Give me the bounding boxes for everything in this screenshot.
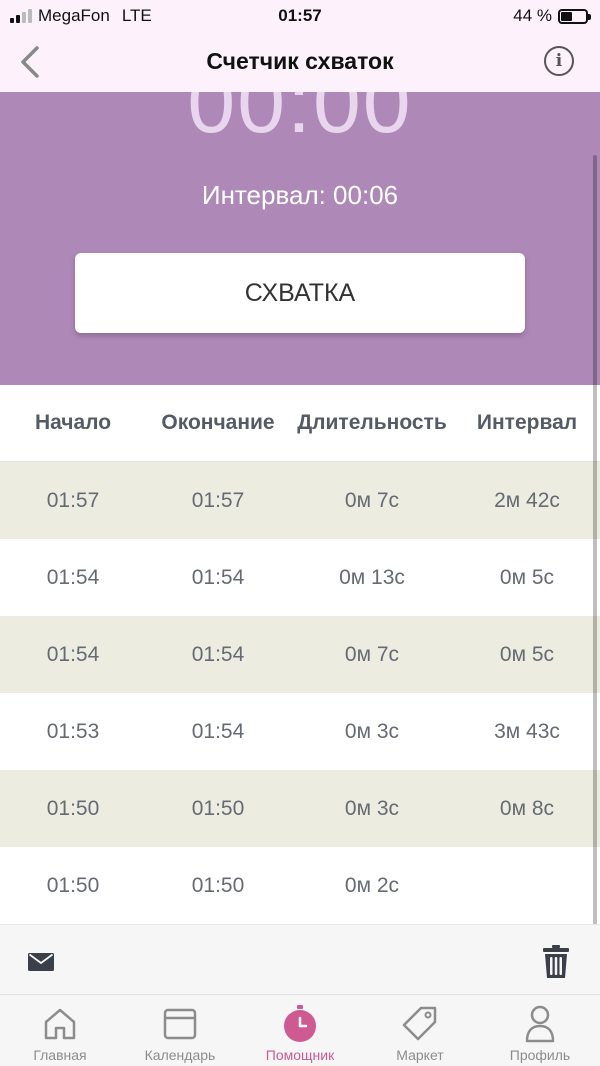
- interval-text: Интервал: 00:06: [201, 180, 399, 210]
- timer-panel: 00:00 Интервал: 00:06 СХВАТКА: [0, 92, 600, 385]
- tab-label: Помощник: [265, 1047, 335, 1063]
- cell-end: 01:57: [191, 488, 245, 512]
- battery-percent: 44 %: [513, 6, 552, 25]
- table-row[interactable]: 01:50 01:50 0м 3с 0м 8с: [0, 770, 600, 847]
- contractions-table: 01:57 01:57 0м 7с 2м 42с 01:54 01:54 0м …: [0, 462, 600, 924]
- mail-icon: [28, 953, 54, 971]
- cell-duration: 0м 7с: [344, 642, 400, 666]
- status-right: 44 %: [513, 6, 591, 26]
- cell-start: 01:50: [46, 873, 100, 897]
- stopwatch-icon: [280, 1004, 320, 1044]
- home-icon: [40, 1004, 80, 1044]
- tag-icon: [400, 1004, 440, 1044]
- table-row[interactable]: 01:50 01:50 0м 2с: [0, 847, 600, 924]
- battery-fill: [561, 11, 572, 21]
- tab-label: Маркет: [396, 1047, 444, 1063]
- tab-label: Календарь: [144, 1047, 216, 1063]
- cell-duration: 0м 7с: [344, 488, 400, 512]
- nav-bar: Счетчик схваток i: [0, 32, 600, 92]
- header-interval: Интервал: [476, 411, 578, 434]
- cell-start: 01:54: [46, 642, 100, 666]
- table-row[interactable]: 01:53 01:54 0м 3с 3м 43с: [0, 693, 600, 770]
- cell-start: 01:50: [46, 796, 100, 820]
- cell-duration: 0м 3с: [344, 796, 400, 820]
- tab-market[interactable]: Маркет: [360, 995, 480, 1066]
- cell-end: 01:54: [191, 719, 245, 743]
- cell-end: 01:50: [191, 873, 245, 897]
- action-bar: [0, 924, 600, 994]
- cell-interval: 0м 5с: [499, 565, 555, 589]
- cell-interval: 0м 5с: [499, 642, 555, 666]
- tab-bar: Главная Календарь Помощник Маркет Профил…: [0, 994, 600, 1066]
- header-duration: Длительность: [297, 411, 447, 434]
- status-bar: MegaFon LTE 01:57 44 %: [0, 0, 600, 32]
- tab-profile[interactable]: Профиль: [480, 995, 600, 1066]
- cell-duration: 0м 2с: [344, 873, 400, 897]
- share-email-button[interactable]: [28, 953, 54, 971]
- table-row[interactable]: 01:57 01:57 0м 7с 2м 42с: [0, 462, 600, 539]
- page-title: Счетчик схваток: [206, 48, 394, 74]
- tab-home[interactable]: Главная: [0, 995, 120, 1066]
- cell-interval: 3м 43с: [494, 719, 560, 743]
- tab-assistant[interactable]: Помощник: [240, 995, 360, 1066]
- cell-end: 01:54: [191, 565, 245, 589]
- header-end: Окончание: [161, 411, 275, 434]
- contraction-button[interactable]: СХВАТКА: [75, 253, 525, 333]
- cell-start: 01:53: [46, 719, 100, 743]
- cell-duration: 0м 3с: [344, 719, 400, 743]
- info-button[interactable]: i: [544, 46, 574, 76]
- cell-end: 01:54: [191, 642, 245, 666]
- table-header: Начало Окончание Длительность Интервал: [0, 385, 600, 462]
- cell-interval: 0м 8с: [499, 796, 555, 820]
- cell-start: 01:57: [46, 488, 100, 512]
- trash-icon: [543, 945, 569, 978]
- profile-icon: [520, 1004, 560, 1044]
- cell-interval: 2м 42с: [494, 488, 560, 512]
- cell-end: 01:50: [191, 796, 245, 820]
- cell-start: 01:54: [46, 565, 100, 589]
- scrollbar[interactable]: [593, 155, 597, 925]
- tab-calendar[interactable]: Календарь: [120, 995, 240, 1066]
- tab-label: Главная: [33, 1047, 87, 1063]
- cell-duration: 0м 13с: [339, 565, 405, 589]
- header-start: Начало: [34, 411, 112, 434]
- delete-button[interactable]: [542, 945, 570, 979]
- tab-label: Профиль: [509, 1047, 571, 1063]
- timer-display: 00:00: [187, 92, 413, 151]
- cell-interval: [454, 847, 600, 924]
- info-icon: i: [555, 51, 563, 71]
- table-row[interactable]: 01:54 01:54 0м 7с 0м 5с: [0, 616, 600, 693]
- status-time: 01:57: [278, 6, 322, 25]
- battery-icon: [558, 8, 591, 24]
- table-row[interactable]: 01:54 01:54 0м 13с 0м 5с: [0, 539, 600, 616]
- calendar-icon: [160, 1004, 200, 1044]
